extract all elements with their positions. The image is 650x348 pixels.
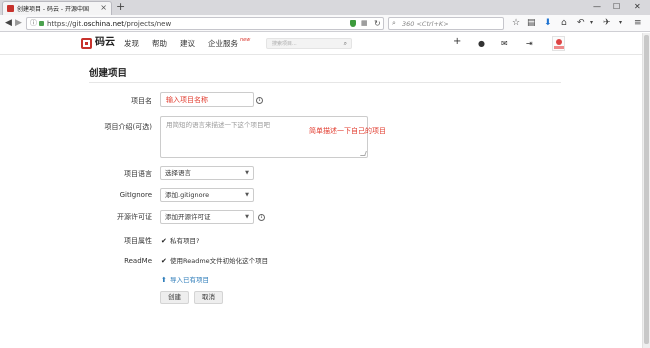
project-name-input[interactable]: 输入项目名称: [160, 92, 254, 107]
description-label: 项目介绍(可选): [104, 123, 152, 131]
add-icon[interactable]: +: [453, 37, 461, 47]
url-bar[interactable]: ⓘ https://git.oschina.net/projects/new ▦…: [26, 17, 384, 30]
undo-icon[interactable]: ↶: [577, 17, 585, 29]
forward-arrow-icon[interactable]: ▶: [15, 17, 22, 29]
menu-icon[interactable]: ≡: [634, 17, 642, 29]
chevron-down-icon: ▼: [245, 214, 249, 220]
avatar[interactable]: [552, 36, 565, 51]
gitignore-select[interactable]: 添加.gitignore ▼: [160, 188, 254, 202]
nav-help[interactable]: 帮助: [152, 39, 167, 49]
attribute-label: 项目属性: [124, 237, 152, 245]
tab-title: 创建项目 - 码云 - 开源中国: [17, 6, 89, 13]
nav-suggest[interactable]: 建议: [180, 39, 195, 49]
star-icon[interactable]: ☆: [512, 17, 520, 29]
browser-search-placeholder: 360 <Ctrl+K>: [402, 20, 449, 28]
shield-icon[interactable]: [350, 20, 356, 27]
description-textarea[interactable]: 用简短的语言来描述一下这个项目吧 简单描述一下自己的项目: [160, 116, 386, 158]
private-checkbox-label: 私有项目?: [170, 237, 200, 245]
browser-tab-bar: 创建项目 - 码云 - 开源中国 × + — ☐ ✕: [0, 0, 650, 15]
create-button[interactable]: 创建: [160, 291, 189, 304]
name-annotation: 输入项目名称: [166, 96, 208, 104]
site-favicon-icon: [7, 5, 14, 12]
site-header: 码云 发现 帮助 建议 企业服务 new 搜索项目... ⌕ + ● ✉ ⇥: [0, 33, 642, 55]
search-icon: ⌕: [392, 19, 396, 27]
chevron-down-icon[interactable]: ▾: [619, 17, 622, 29]
language-select[interactable]: 选择语言 ▼: [160, 166, 254, 180]
language-value: 选择语言: [165, 169, 191, 177]
readme-label: ReadMe: [124, 257, 152, 265]
nav-discover[interactable]: 发现: [124, 39, 139, 49]
back-arrow-icon[interactable]: ◀: [5, 17, 12, 29]
url-text[interactable]: https://git.oschina.net/projects/new: [47, 19, 171, 29]
readme-checkbox[interactable]: ✔: [161, 256, 167, 266]
lock-icon: [39, 21, 44, 26]
chevron-down-icon: ▼: [245, 170, 249, 176]
private-checkbox[interactable]: ✔: [161, 236, 167, 246]
name-label: 项目名: [131, 97, 152, 105]
readme-checkbox-label: 使用Readme文件初始化这个项目: [170, 257, 269, 265]
scrollbar-thumb[interactable]: [644, 35, 649, 344]
download-icon[interactable]: ⬇: [544, 17, 552, 29]
browser-nav-bar: ◀ ▶ ⓘ https://git.oschina.net/projects/n…: [0, 15, 650, 32]
resize-grip-icon[interactable]: [360, 151, 367, 156]
description-placeholder: 用简短的语言来描述一下这个项目吧: [166, 121, 270, 129]
tab-close-icon[interactable]: ×: [100, 3, 107, 12]
import-project-link[interactable]: 导入已有项目: [170, 275, 209, 285]
title-divider: [89, 82, 561, 83]
new-tab-button[interactable]: +: [116, 0, 125, 14]
license-value: 添加开源许可证: [165, 213, 211, 221]
reading-list-icon[interactable]: ▤: [527, 17, 536, 29]
page-title: 创建项目: [89, 68, 128, 79]
maximize-button[interactable]: ☐: [613, 1, 620, 13]
close-window-button[interactable]: ✕: [634, 1, 641, 13]
logo-mark-icon: [81, 38, 92, 49]
extension-icon[interactable]: ✈: [603, 17, 611, 29]
reader-view-icon[interactable]: ▦: [361, 18, 368, 29]
gitignore-value: 添加.gitignore: [165, 191, 210, 199]
logo-text: 码云: [95, 37, 115, 48]
chevron-down-icon[interactable]: ▾: [590, 17, 593, 29]
search-icon[interactable]: ⌕: [344, 39, 347, 48]
chevron-down-icon: ▼: [245, 192, 249, 198]
upload-icon[interactable]: ⬆: [161, 275, 167, 285]
minimize-button[interactable]: —: [593, 1, 601, 13]
info-icon[interactable]: ⓘ: [30, 18, 37, 29]
new-badge: new: [240, 37, 251, 43]
info-icon[interactable]: i: [258, 214, 265, 221]
description-annotation: 简单描述一下自己的项目: [309, 127, 386, 135]
page-scrollbar[interactable]: [642, 33, 650, 348]
gitignore-label: GitIgnore: [119, 191, 152, 199]
info-icon[interactable]: i: [256, 97, 263, 104]
nav-enterprise[interactable]: 企业服务: [208, 39, 238, 49]
license-select[interactable]: 添加开源许可证 ▼: [160, 210, 254, 224]
reload-icon[interactable]: ↻: [374, 18, 381, 29]
cancel-button[interactable]: 取消: [194, 291, 223, 304]
site-search-placeholder: 搜索项目...: [272, 41, 297, 47]
site-search-input[interactable]: 搜索项目... ⌕: [266, 38, 352, 49]
license-label: 开源许可证: [117, 213, 152, 221]
browser-search-bar[interactable]: ⌕ 360 <Ctrl+K>: [388, 17, 504, 30]
logout-icon[interactable]: ⇥: [526, 39, 533, 49]
mail-icon[interactable]: ✉: [501, 39, 508, 49]
user-icon[interactable]: ●: [478, 39, 485, 49]
language-label: 项目语言: [124, 170, 152, 178]
home-icon[interactable]: ⌂: [561, 17, 567, 29]
browser-tab[interactable]: 创建项目 - 码云 - 开源中国 ×: [2, 1, 112, 15]
